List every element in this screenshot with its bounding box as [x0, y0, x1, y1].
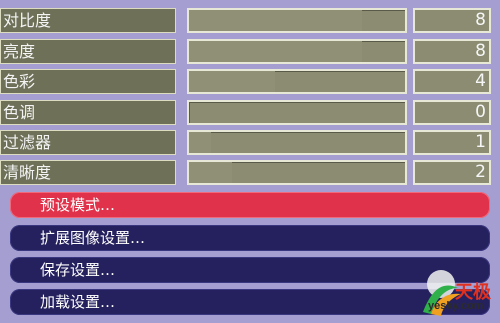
- setting-label: 色调: [0, 100, 176, 125]
- setting-slider[interactable]: [187, 130, 407, 155]
- slider-fill: [189, 132, 211, 153]
- watermark-site: yesky.com: [428, 300, 484, 312]
- preset-mode-button[interactable]: 预设模式…: [10, 192, 490, 218]
- slider-fill: [189, 10, 362, 31]
- setting-value: 0: [413, 100, 491, 125]
- setting-slider[interactable]: [187, 100, 407, 125]
- setting-value: 2: [413, 160, 491, 185]
- slider-fill: [189, 41, 362, 62]
- setting-value: 1: [413, 130, 491, 155]
- setting-slider[interactable]: [187, 39, 407, 64]
- setting-label: 清晰度: [0, 160, 176, 185]
- setting-row-contrast[interactable]: 对比度 8: [0, 8, 500, 35]
- setting-label: 对比度: [0, 8, 176, 33]
- setting-slider[interactable]: [187, 69, 407, 94]
- setting-row-color[interactable]: 色彩 4: [0, 69, 500, 96]
- setting-slider[interactable]: [187, 160, 407, 185]
- extended-image-settings-button[interactable]: 扩展图像设置…: [10, 225, 490, 251]
- setting-value: 8: [413, 8, 491, 33]
- setting-row-brightness[interactable]: 亮度 8: [0, 39, 500, 66]
- slider-fill: [189, 162, 233, 183]
- setting-label: 过滤器: [0, 130, 176, 155]
- setting-value: 8: [413, 39, 491, 64]
- setting-row-hue[interactable]: 色调 0: [0, 100, 500, 127]
- setting-value: 4: [413, 69, 491, 94]
- setting-row-sharpness[interactable]: 清晰度 2: [0, 160, 500, 187]
- slider-fill: [189, 71, 276, 92]
- setting-label: 亮度: [0, 39, 176, 64]
- setting-label: 色彩: [0, 69, 176, 94]
- setting-slider[interactable]: [187, 8, 407, 33]
- setting-row-filter[interactable]: 过滤器 1: [0, 130, 500, 157]
- settings-screen: 对比度 8 亮度 8 色彩 4 色调 0 过滤器 1 清晰度 2 预设模式… 扩…: [0, 0, 500, 323]
